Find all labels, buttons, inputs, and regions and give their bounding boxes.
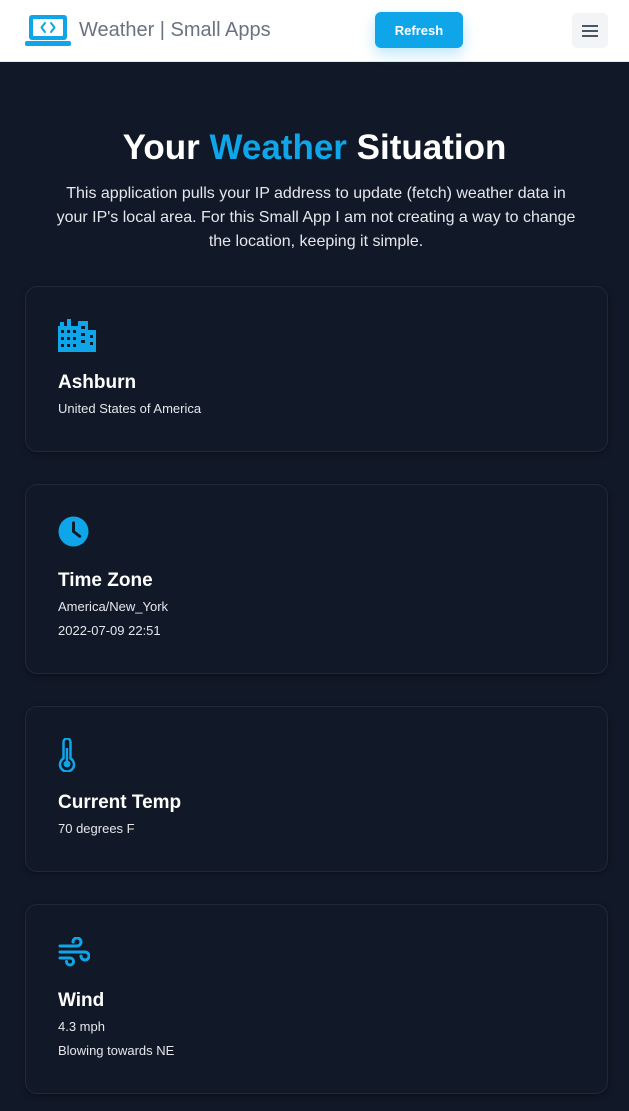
brand-link[interactable]: Weather | Small Apps <box>25 13 271 47</box>
local-time: 2022-07-09 22:51 <box>58 623 161 638</box>
page-title: Your Weather Situation <box>0 126 629 170</box>
page-description: This application pulls your IP address t… <box>56 185 576 250</box>
title-part-after: Situation <box>346 128 507 167</box>
wind-icon <box>58 937 90 967</box>
temperature-value: 70 degrees F <box>58 821 135 836</box>
timezone-card: Time Zone America/New_York 2022-07-09 22… <box>25 484 608 674</box>
navbar: Weather | Small Apps Refresh <box>0 0 629 62</box>
location-country: United States of America <box>58 401 202 416</box>
location-city: Ashburn <box>58 372 137 393</box>
temperature-card: Current Temp 70 degrees F <box>25 706 608 872</box>
city-buildings-icon <box>58 319 96 352</box>
refresh-button[interactable]: Refresh <box>375 12 463 48</box>
hamburger-menu-icon <box>582 24 598 37</box>
title-accent: Weather <box>209 128 347 167</box>
title-part-before: Your <box>122 128 210 167</box>
timezone-title: Time Zone <box>58 570 153 591</box>
wind-direction: Blowing towards NE <box>58 1043 175 1058</box>
temperature-title: Current Temp <box>58 792 182 813</box>
laptop-code-icon <box>25 15 71 46</box>
clock-icon <box>58 516 89 547</box>
thermometer-icon <box>58 738 76 772</box>
wind-title: Wind <box>58 990 105 1011</box>
wind-card: Wind 4.3 mph Blowing towards NE <box>25 904 608 1094</box>
brand-title: Weather | Small Apps <box>79 19 271 41</box>
menu-toggle-button[interactable] <box>572 13 608 48</box>
location-card: Ashburn United States of America <box>25 286 608 452</box>
timezone-name: America/New_York <box>58 599 169 614</box>
wind-speed: 4.3 mph <box>58 1019 105 1034</box>
